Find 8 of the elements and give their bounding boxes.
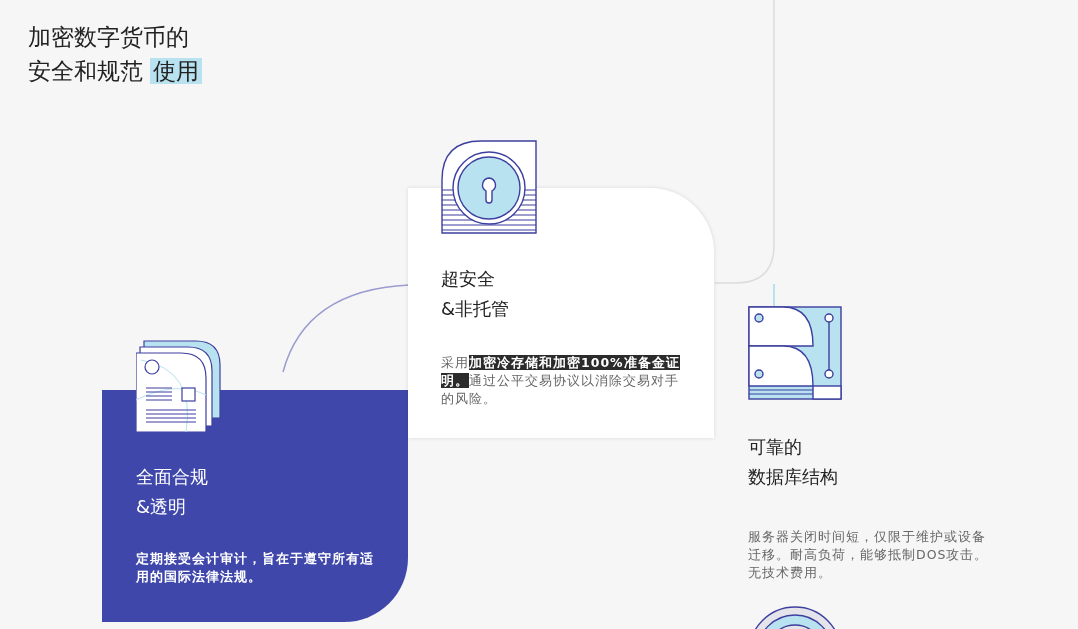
feature-description: 服务器关闭时间短，仅限于维护或设备迁移。耐高负荷，能够抵制DOS攻击。无技术费用。	[748, 528, 990, 582]
database-icon	[748, 306, 842, 400]
feature-description: 定期接受会计审计，旨在于遵守所有适用的国际法律法规。	[136, 550, 375, 586]
feature-description: 采用加密冷存储和加密100%准备金证明。通过公平交易协议以消除交易对手的风险。	[441, 354, 681, 408]
page-heading: 加密数字货币的 安全和规范 使用	[0, 0, 1078, 90]
feature-title: 可靠的 数据库结构	[748, 435, 839, 489]
feature-title: 全面合规 &透明	[136, 465, 209, 519]
feature-title: 超安全 &非托管	[441, 267, 511, 321]
